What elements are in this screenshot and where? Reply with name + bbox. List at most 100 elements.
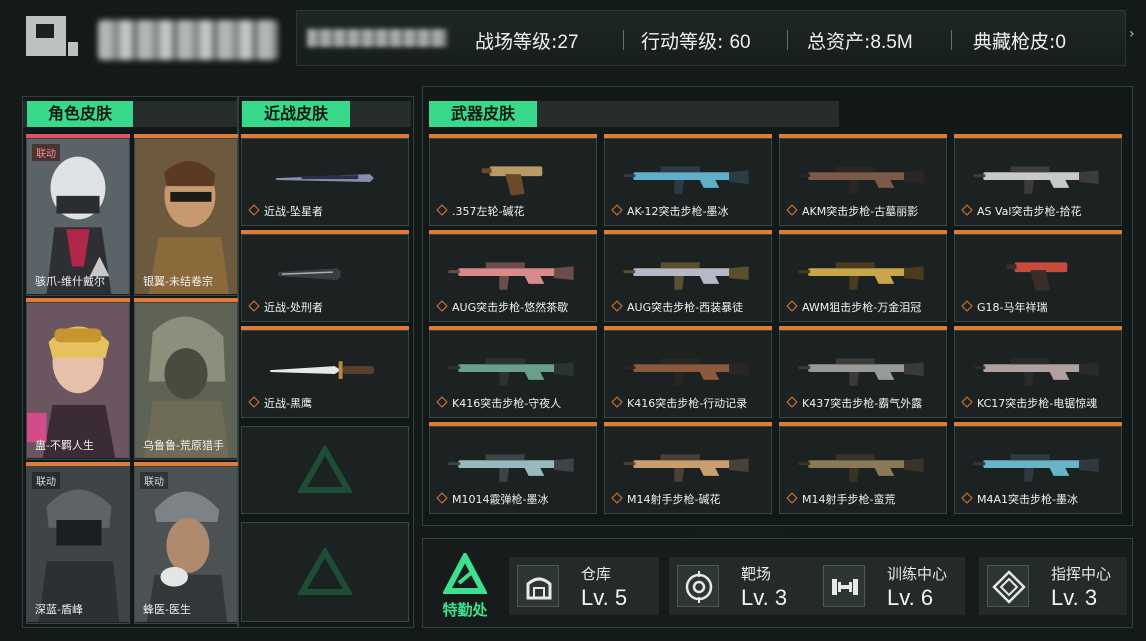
tab-character-skins[interactable]: 角色皮肤 xyxy=(27,101,133,127)
character-card[interactable]: 乌鲁鲁-荒原猎手 xyxy=(134,298,238,460)
skin-name-text: M14射手步枪-蛮荒 xyxy=(802,493,896,506)
collab-badge: 联动 xyxy=(32,472,60,489)
rarity-bar xyxy=(779,134,947,138)
character-portrait xyxy=(135,467,237,622)
character-portrait xyxy=(27,467,129,622)
battlefield-level-stat: 战场等级:27 xyxy=(475,27,579,54)
skin-name: AK-12突击步枪-墨冰 xyxy=(611,203,729,219)
weapon-card[interactable]: KC17突击步枪-电锯惊魂 xyxy=(954,326,1122,418)
divider xyxy=(787,30,788,50)
rarity-icon xyxy=(786,396,798,408)
stat-label: 总资产: xyxy=(807,31,871,53)
weapon-card[interactable]: K416突击步枪-守夜人 xyxy=(429,326,597,418)
weapon-card[interactable]: M14射手步枪-蛮荒 xyxy=(779,422,947,514)
collection-skins-stat: 典藏枪皮:0 xyxy=(973,27,1066,54)
rarity-bar xyxy=(779,326,947,330)
melee-card[interactable]: 近战-黑鹰 xyxy=(241,326,409,418)
tab-melee-skins[interactable]: 近战皮肤 xyxy=(242,101,350,127)
character-card[interactable]: 蛊-不羁人生 xyxy=(26,298,130,460)
skin-name: AUG突击步枪-悠然茶歇 xyxy=(436,299,568,315)
weapon-card[interactable]: M14射手步枪-碱花 xyxy=(604,422,772,514)
facility-name: 靶场 xyxy=(741,565,772,583)
melee-card[interactable]: 近战-坠星者 xyxy=(241,134,409,226)
skin-name-text: K416突击步枪-行动记录 xyxy=(627,397,748,410)
facility-warehouse[interactable]: 仓库 Lv. 5 xyxy=(509,557,659,615)
weapon-card[interactable]: AK-12突击步枪-墨冰 xyxy=(604,134,772,226)
facility-level: Lv. 3 xyxy=(741,585,788,610)
skin-name: 近战-黑鹰 xyxy=(248,395,312,411)
tab-weapon-skins[interactable]: 武器皮肤 xyxy=(429,101,537,127)
character-card[interactable]: 银翼-未结卷宗 xyxy=(134,134,238,296)
weapon-card[interactable]: AUG突击步枪-悠然茶歇 xyxy=(429,230,597,322)
character-portrait xyxy=(135,139,237,294)
top-bar: 战场等级:27 行动等级: 60 总资产:8.5M 典藏枪皮:0 › xyxy=(0,0,1146,82)
weapon-card[interactable]: G18-马年祥瑞 xyxy=(954,230,1122,322)
weapon-card[interactable]: K416突击步枪-行动记录 xyxy=(604,326,772,418)
facility-name: 指挥中心 xyxy=(1051,565,1112,583)
chevron-right-icon[interactable]: › xyxy=(1129,26,1135,42)
skin-name: 银翼-未结卷宗 xyxy=(143,275,213,288)
player-id-blurred xyxy=(307,29,447,47)
skin-name-text: .357左轮-碱花 xyxy=(452,205,525,218)
skin-name: M14射手步枪-蛮荒 xyxy=(786,491,896,507)
rarity-bar xyxy=(26,134,130,138)
rarity-bar xyxy=(429,326,597,330)
skin-name: M14射手步枪-碱花 xyxy=(611,491,720,507)
rarity-icon xyxy=(786,300,798,312)
operation-level-stat: 行动等级: 60 xyxy=(641,27,751,54)
weapon-card[interactable]: AUG突击步枪-西装暴徒 xyxy=(604,230,772,322)
weapon-card[interactable]: .357左轮-碱花 xyxy=(429,134,597,226)
weapon-card[interactable]: AKM突击步枪-古墓丽影 xyxy=(779,134,947,226)
rarity-icon xyxy=(248,300,260,312)
empty-slot-logo-icon xyxy=(298,548,352,595)
rarity-icon xyxy=(436,396,448,408)
weapon-card[interactable]: M4A1突击步枪-墨冰 xyxy=(954,422,1122,514)
skin-name: M1014霰弹枪-墨冰 xyxy=(436,491,548,507)
rarity-icon xyxy=(436,204,448,216)
skin-name: AUG突击步枪-西装暴徒 xyxy=(611,299,744,315)
special-ops-logo-icon xyxy=(443,553,487,594)
rarity-bar xyxy=(134,462,238,466)
skin-name-text: AUG突击步枪-西装暴徒 xyxy=(627,301,744,314)
skin-name-text: AKM突击步枪-古墓丽影 xyxy=(802,205,919,218)
weapon-card[interactable]: K437突击步枪-霸气外露 xyxy=(779,326,947,418)
rarity-bar xyxy=(604,326,772,330)
facility-level: Lv. 3 xyxy=(1051,585,1098,610)
skin-name-text: G18-马年祥瑞 xyxy=(977,301,1048,314)
weapon-card[interactable]: AS Val突击步枪-拾花 xyxy=(954,134,1122,226)
stat-label: 行动等级: xyxy=(641,31,730,53)
skin-name: AS Val突击步枪-拾花 xyxy=(961,203,1082,219)
skin-name-text: AWM狙击步枪-万金泪冠 xyxy=(802,301,922,314)
rarity-icon xyxy=(961,492,973,504)
rarity-bar xyxy=(429,230,597,234)
divider xyxy=(951,30,952,50)
character-card[interactable]: 联动 深蓝-盾峰 xyxy=(26,462,130,624)
weapon-card[interactable]: M1014霰弹枪-墨冰 xyxy=(429,422,597,514)
rarity-icon xyxy=(436,492,448,504)
facility-shooting-range[interactable]: 靶场 Lv. 3 xyxy=(669,557,819,615)
warehouse-icon xyxy=(517,565,559,607)
rarity-bar xyxy=(26,462,130,466)
stat-value: 60 xyxy=(729,32,751,53)
character-card[interactable]: 联动 蜂医-医生 xyxy=(134,462,238,624)
skin-name-text: K416突击步枪-守夜人 xyxy=(452,397,562,410)
melee-card[interactable]: 近战-处刑者 xyxy=(241,230,409,322)
total-assets-stat: 总资产:8.5M xyxy=(807,27,913,54)
facility-training-center[interactable]: 训练中心 Lv. 6 xyxy=(815,557,965,615)
character-card[interactable]: 联动 骇爪-维什戴尔 xyxy=(26,134,130,296)
character-portrait xyxy=(135,303,237,458)
stats-bar: 战场等级:27 行动等级: 60 总资产:8.5M 典藏枪皮:0 xyxy=(296,10,1126,66)
skin-name-text: AS Val突击步枪-拾花 xyxy=(977,205,1082,218)
skin-name: 深蓝-盾峰 xyxy=(35,603,83,616)
skin-name: KC17突击步枪-电锯惊魂 xyxy=(961,395,1097,411)
rarity-bar xyxy=(779,422,947,426)
rarity-icon xyxy=(611,492,623,504)
target-icon xyxy=(677,565,719,607)
empty-slot-logo-icon xyxy=(298,446,352,493)
skin-name: 骇爪-维什戴尔 xyxy=(35,275,105,288)
stat-value: 0 xyxy=(1055,32,1066,53)
weapon-card[interactable]: AWM狙击步枪-万金泪冠 xyxy=(779,230,947,322)
rarity-bar xyxy=(604,422,772,426)
collab-badge: 联动 xyxy=(140,472,168,489)
facility-command-center[interactable]: 指挥中心 Lv. 3 xyxy=(979,557,1127,615)
